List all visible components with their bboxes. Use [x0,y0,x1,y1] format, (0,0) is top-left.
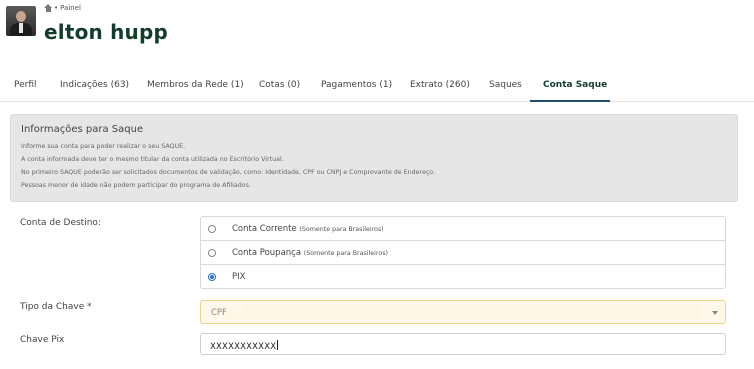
tab-pagamentos[interactable]: Pagamentos (1) [321,80,392,90]
text-cursor [277,340,279,350]
option-conta-poupanca[interactable]: Conta Poupança (Somente para Brasileiros… [200,240,726,265]
info-line: A conta informada deve ter o mesmo titul… [21,156,284,163]
tab-conta-saque[interactable]: Conta Saque [543,80,607,90]
tab-saques[interactable]: Saques [489,80,522,90]
info-title: Informações para Saque [21,124,144,135]
key-type-label: Tipo da Chave * [20,302,92,312]
radio-conta-corrente[interactable] [208,225,216,233]
destination-label: Conta de Destino: [20,218,101,228]
info-line: No primeiro SAQUE poderão ser solicitado… [21,169,436,176]
radio-pix[interactable] [208,273,216,281]
breadcrumb[interactable]: • Painel [44,4,81,12]
option-label: PIX [232,272,246,282]
tab-perfil[interactable]: Perfil [14,80,37,90]
home-icon[interactable] [44,4,52,12]
option-conta-corrente[interactable]: Conta Corrente (Somente para Brasileiros… [200,216,726,241]
option-pix[interactable]: PIX [200,264,726,289]
pix-key-input[interactable]: XXXXXXXXXXX [200,333,726,355]
pix-key-label: Chave Pix [20,335,65,345]
pix-key-value: XXXXXXXXXXX [210,342,277,352]
info-line: Informe sua conta para poder realizar o … [21,143,186,150]
active-tab-indicator [530,100,610,102]
tab-cotas[interactable]: Cotas (0) [259,80,300,90]
option-note: (Somente para Brasileiros) [299,226,384,233]
breadcrumb-label[interactable]: Painel [60,4,81,12]
chevron-down-icon [712,311,718,315]
page-title: elton hupp [44,20,169,44]
option-note: (Somente para Brasileiros) [303,250,388,257]
tab-indicacoes[interactable]: Indicações (63) [60,80,129,90]
avatar-head [16,11,26,22]
option-label: Conta Corrente [232,224,297,234]
tab-membros-da-rede[interactable]: Membros da Rede (1) [147,80,244,90]
key-type-value: CPF [211,308,227,318]
radio-conta-poupanca[interactable] [208,249,216,257]
info-line: Pessoas menor de idade não podem partici… [21,182,251,189]
option-label: Conta Poupança [232,248,302,258]
breadcrumb-separator: • [54,4,59,12]
key-type-select[interactable]: CPF [200,300,726,324]
avatar-shirt [19,23,23,33]
tab-bar: Perfil Indicações (63) Membros da Rede (… [0,70,754,102]
avatar [6,6,36,36]
info-panel: Informações para Saque Informe sua conta… [10,114,738,202]
tab-extrato[interactable]: Extrato (260) [410,80,470,90]
